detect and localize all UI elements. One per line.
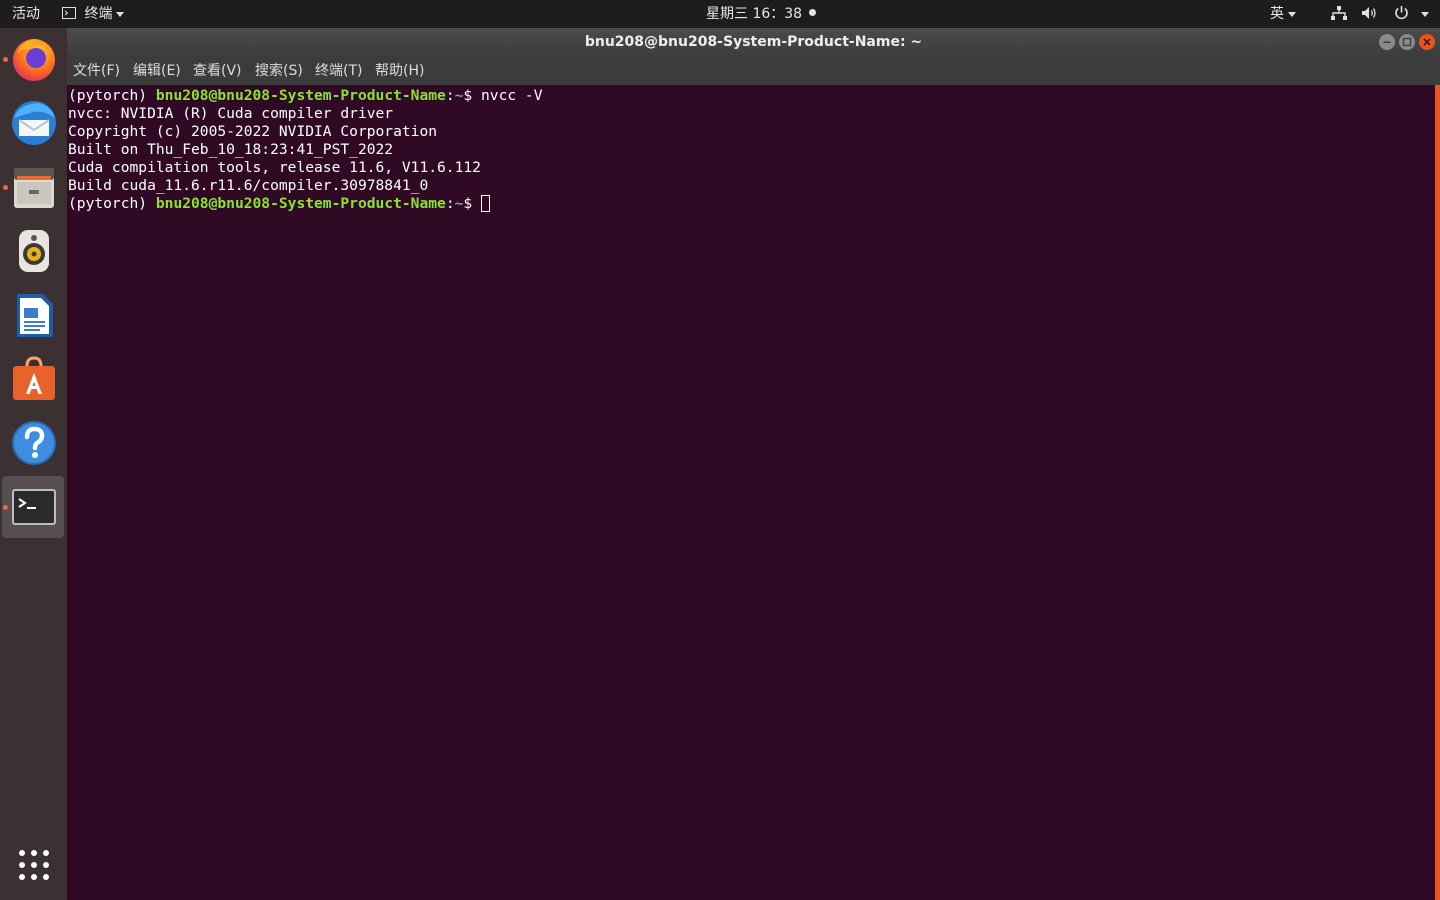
dock-item-terminal[interactable] [2,476,64,538]
chevron-down-icon [1288,11,1296,17]
terminal-output-line: Cuda compilation tools, release 11.6, V1… [68,159,481,176]
terminal-icon [12,489,56,525]
dock-item-ubuntu-software[interactable] [0,348,67,410]
terminal-cursor [481,195,490,212]
menu-help[interactable]: 帮助(H) [375,56,424,86]
minimize-icon [1383,41,1391,43]
chevron-down-icon [116,11,125,17]
running-indicator [3,57,8,62]
activities-button[interactable]: 活动 [12,0,40,28]
maximize-button[interactable] [1399,34,1415,50]
app-grid-icon [19,850,49,880]
close-icon [1423,38,1431,46]
maximize-icon [1402,37,1412,47]
dock-item-libreoffice-writer[interactable] [0,284,67,346]
terminal-line-command: (pytorch) bnu208@bnu208-System-Product-N… [68,87,543,105]
dock-item-thunderbird[interactable] [0,92,67,154]
dock-item-firefox[interactable] [0,28,67,90]
top-bar: 活动 终端 星期三 16：38 英 [0,0,1440,28]
prompt-env: (pytorch) [68,87,156,104]
app-menu[interactable]: 终端 [62,0,125,28]
thunderbird-icon [12,101,56,145]
terminal-window: bnu208@bnu208-System-Product-Name: ~ 文件(… [67,28,1440,900]
prompt-symbol: $ [463,87,481,104]
menu-bar: 文件(F) 编辑(E) 查看(V) 搜索(S) 终端(T) 帮助(H) [67,56,1440,85]
terminal-output-line: Build cuda_11.6.r11.6/compiler.30978841_… [68,177,429,194]
terminal-output-line: nvcc: NVIDIA (R) Cuda compiler driver [68,105,394,122]
power-icon [1395,6,1408,20]
document-writer-icon [17,294,53,337]
window-title: bnu208@bnu208-System-Product-Name: ~ [584,34,923,50]
prompt-user-host: bnu208@bnu208-System-Product-Name [155,195,446,212]
menu-edit[interactable]: 编辑(E) [133,56,181,86]
terminal-scrollbar[interactable] [1435,85,1440,900]
menu-terminal[interactable]: 终端(T) [315,56,362,86]
minimize-button[interactable] [1379,34,1395,50]
app-menu-label: 终端 [84,6,113,22]
terminal-line-prompt: (pytorch) bnu208@bnu208-System-Product-N… [68,195,490,213]
prompt-symbol: $ [463,195,481,212]
command-text: nvcc -V [481,87,543,104]
system-menu[interactable] [1331,0,1430,28]
running-indicator [3,505,8,510]
file-cabinet-icon [14,168,54,208]
close-button[interactable] [1419,34,1435,50]
menu-view[interactable]: 查看(V) [193,56,242,86]
clock-label: 星期三 16：38 [706,6,803,22]
input-method-button[interactable]: 英 [1270,0,1296,28]
network-icon [1331,6,1347,20]
dock-item-files[interactable] [0,156,67,218]
prompt-separator: : [445,195,455,212]
menu-file[interactable]: 文件(F) [73,56,120,86]
prompt-user-host: bnu208@bnu208-System-Product-Name [155,87,446,104]
chevron-down-icon [1421,11,1430,17]
firefox-icon [13,39,55,81]
help-icon [12,421,56,465]
menu-search[interactable]: 搜索(S) [255,56,303,86]
show-applications-button[interactable] [0,838,67,900]
running-indicator [3,185,8,190]
dock-item-rhythmbox[interactable] [0,220,67,282]
clock-button[interactable]: 星期三 16：38 [706,0,816,28]
terminal-output-line: Built on Thu_Feb_10_18:23:41_PST_2022 [68,141,394,158]
prompt-env: (pytorch) [68,195,156,212]
window-titlebar[interactable]: bnu208@bnu208-System-Product-Name: ~ [67,28,1440,56]
terminal-content[interactable]: (pytorch) bnu208@bnu208-System-Product-N… [67,85,1435,900]
notification-dot-icon [808,9,816,16]
terminal-output-line: Copyright (c) 2005-2022 NVIDIA Corporati… [68,123,438,140]
dock [0,28,67,900]
speaker-icon [19,230,49,272]
volume-icon [1362,7,1377,19]
prompt-separator: : [445,87,455,104]
input-method-label: 英 [1270,6,1284,22]
dock-item-help[interactable] [0,412,67,474]
terminal-small-icon [62,7,76,19]
software-bag-icon [13,356,55,400]
